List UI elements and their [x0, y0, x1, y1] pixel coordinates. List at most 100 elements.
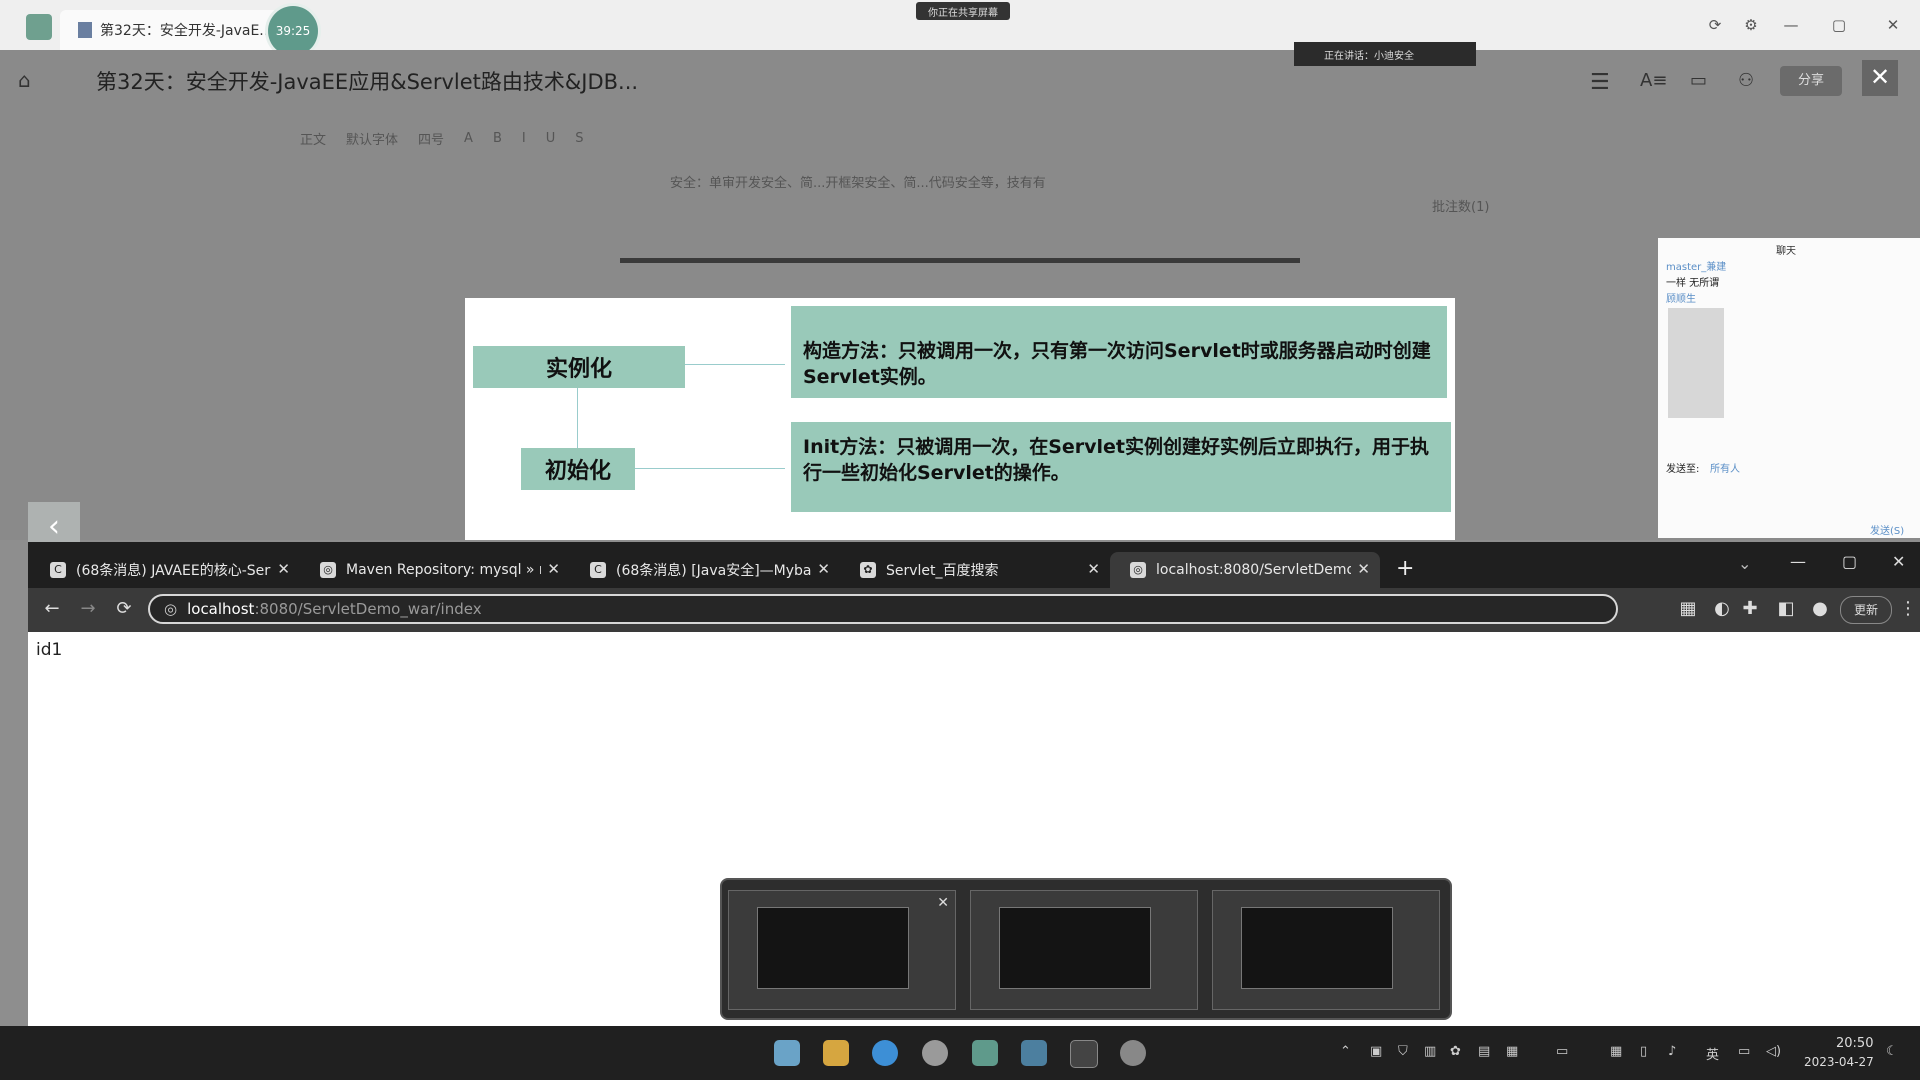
browser-close-icon[interactable]: ✕ — [1892, 552, 1905, 571]
qr-icon[interactable]: ▦ — [1676, 598, 1700, 619]
terminal-icon[interactable] — [1070, 1040, 1098, 1068]
close-window-icon[interactable]: ✕ — [1882, 14, 1904, 36]
address-bar[interactable]: ◎ localhost :8080/ServletDemo_war/index — [148, 594, 1618, 624]
tab-title: Servlet_百度搜索 — [886, 563, 999, 579]
tray-app-icon[interactable]: ▥ — [1424, 1044, 1436, 1059]
browser-tab[interactable]: ◎ Maven Repository: mysql » m ✕ — [300, 552, 570, 588]
window-thumbnail[interactable] — [1212, 890, 1440, 1010]
meeting-app-icon[interactable] — [972, 1040, 998, 1066]
browser-tab[interactable]: ✿ Servlet_百度搜索 ✕ — [840, 552, 1110, 588]
browser-tab[interactable]: C (68条消息) JAVAEE的核心-Servl ✕ — [30, 552, 300, 588]
update-button[interactable]: 更新 — [1840, 596, 1892, 624]
file-explorer-icon[interactable] — [823, 1040, 849, 1066]
tab-close-icon[interactable]: ✕ — [277, 560, 290, 578]
puzzle-icon[interactable]: ✚ — [1738, 598, 1762, 619]
browser-tab-active[interactable]: ◎ localhost:8080/ServletDemo_ ✕ — [1110, 552, 1380, 588]
page-content-text: id1 — [36, 640, 63, 660]
toolbar-item[interactable]: B — [493, 131, 502, 146]
menu-icon[interactable]: ☰ — [1590, 70, 1610, 95]
close-document-button[interactable]: ✕ — [1862, 60, 1898, 96]
share-button[interactable]: 分享 — [1780, 66, 1842, 96]
toolbar-item[interactable]: 默认字体 — [346, 129, 398, 148]
sidebar-icon[interactable]: ◧ — [1774, 598, 1798, 619]
reload-icon[interactable]: ⟳ — [112, 598, 136, 619]
document-subline: 安全：单审开发安全、简...开框架安全、简...代码安全等，技有有 — [670, 176, 1046, 191]
present-icon[interactable]: ▭ — [1690, 70, 1707, 91]
tab-close-icon[interactable]: ✕ — [1087, 560, 1100, 578]
minimize-icon[interactable]: — — [1780, 14, 1802, 36]
toolbar-item[interactable]: 四号 — [418, 129, 444, 148]
clock-date[interactable]: 2023-04-27 — [1804, 1055, 1874, 1069]
divider — [620, 258, 1300, 263]
tray-shield-icon[interactable]: ⛉ — [1398, 1044, 1408, 1059]
profile-icon[interactable]: ● — [1808, 598, 1832, 619]
tray-battery-icon[interactable]: ▯ — [1640, 1044, 1647, 1059]
site-info-icon[interactable]: ◎ — [164, 600, 177, 618]
document-title: 第32天：安全开发-JavaEE应用&Servlet路由技术&JDB... — [96, 70, 639, 94]
photos-icon[interactable] — [1021, 1040, 1047, 1066]
comment-count[interactable]: 批注数(1) — [1432, 196, 1489, 215]
url-host: localhost — [187, 600, 255, 618]
tray-grid-icon[interactable]: ▦ — [1610, 1044, 1622, 1059]
document-icon — [78, 22, 92, 38]
toolbar-item[interactable]: 正文 — [300, 129, 326, 148]
window-thumbnail[interactable]: ✕ — [728, 890, 956, 1010]
tray-monitor-icon[interactable]: ▭ — [1556, 1044, 1568, 1059]
forward-icon[interactable]: → — [76, 598, 100, 619]
font-size-icon[interactable]: A≡ — [1640, 70, 1667, 91]
document-tab-title: 第32天：安全开发-JavaE... — [100, 23, 273, 39]
microphone-icon[interactable]: ♪ — [1668, 1044, 1676, 1059]
clock-time[interactable]: 20:50 — [1836, 1036, 1873, 1051]
new-tab-icon[interactable]: + — [1396, 556, 1414, 581]
chat-image[interactable] — [1668, 308, 1724, 418]
browser-minimize-icon[interactable]: — — [1790, 552, 1806, 571]
browser-maximize-icon[interactable]: ▢ — [1842, 552, 1857, 571]
browser-taskbar-icon[interactable] — [1120, 1040, 1146, 1066]
browser-tab[interactable]: C (68条消息) [Java安全]—Mybati ✕ — [570, 552, 840, 588]
volume-icon[interactable]: ◁) — [1766, 1044, 1781, 1059]
tray-app-icon[interactable]: ▣ — [1370, 1044, 1382, 1059]
sync-icon[interactable]: ⟳ — [1704, 14, 1726, 36]
tab-close-icon[interactable]: ✕ — [1357, 560, 1370, 578]
network-icon[interactable]: ▭ — [1738, 1044, 1750, 1059]
tab-close-icon[interactable]: ✕ — [547, 560, 560, 578]
extension-icon[interactable]: ◐ — [1710, 598, 1734, 619]
notification-icon[interactable]: ☾ — [1886, 1044, 1898, 1059]
arrow — [577, 388, 578, 448]
tab-close-icon[interactable]: ✕ — [817, 560, 830, 578]
tray-app-icon[interactable]: ▤ — [1478, 1044, 1490, 1059]
more-icon[interactable]: ⋮ — [1896, 598, 1920, 619]
arrow — [635, 468, 785, 469]
start-icon[interactable] — [774, 1040, 800, 1066]
maximize-icon[interactable]: ▢ — [1828, 14, 1850, 36]
toolbar-item[interactable]: A — [464, 131, 473, 146]
toolbar-item[interactable]: U — [546, 131, 556, 146]
tray-overflow-icon[interactable]: ⌃ — [1340, 1044, 1351, 1059]
app-logo-icon — [26, 14, 52, 40]
tray-app-icon[interactable]: ✿ — [1450, 1044, 1461, 1059]
tray-app-icon[interactable]: ▦ — [1506, 1044, 1518, 1059]
collaborator-icon[interactable]: ⚇ — [1738, 70, 1754, 91]
back-icon[interactable]: ← — [40, 598, 64, 619]
tab-search-icon[interactable]: ⌄ — [1738, 554, 1751, 573]
toolbar-item[interactable]: S — [575, 131, 583, 146]
chat-sender: 顾顺生 — [1666, 294, 1696, 305]
tab-title: Maven Repository: mysql » m — [346, 562, 541, 578]
tab-favicon-icon: C — [50, 562, 66, 578]
tab-title: (68条消息) [Java安全]—Mybati — [616, 563, 811, 579]
meeting-timer: 39:25 — [268, 6, 318, 56]
toolbar-item[interactable]: I — [522, 131, 526, 146]
chat-user: master_兼建 — [1666, 262, 1727, 273]
edge-icon[interactable] — [872, 1040, 898, 1066]
send-to-select[interactable]: 所有人 — [1710, 460, 1740, 475]
settings-icon[interactable]: ⚙ — [1740, 14, 1762, 36]
tab-favicon-icon: ◎ — [320, 562, 336, 578]
home-icon[interactable]: ⌂ — [18, 68, 44, 94]
send-button[interactable]: 发送(S) — [1870, 522, 1904, 537]
chat-message: 一样 无所谓 — [1666, 278, 1720, 289]
close-thumbnail-icon[interactable]: ✕ — [937, 895, 949, 911]
ime-indicator[interactable]: 英 — [1706, 1044, 1719, 1063]
chrome-icon[interactable] — [922, 1040, 948, 1066]
window-thumbnail[interactable] — [970, 890, 1198, 1010]
screen-share-notice: 你正在共享屏幕 — [916, 2, 1010, 20]
